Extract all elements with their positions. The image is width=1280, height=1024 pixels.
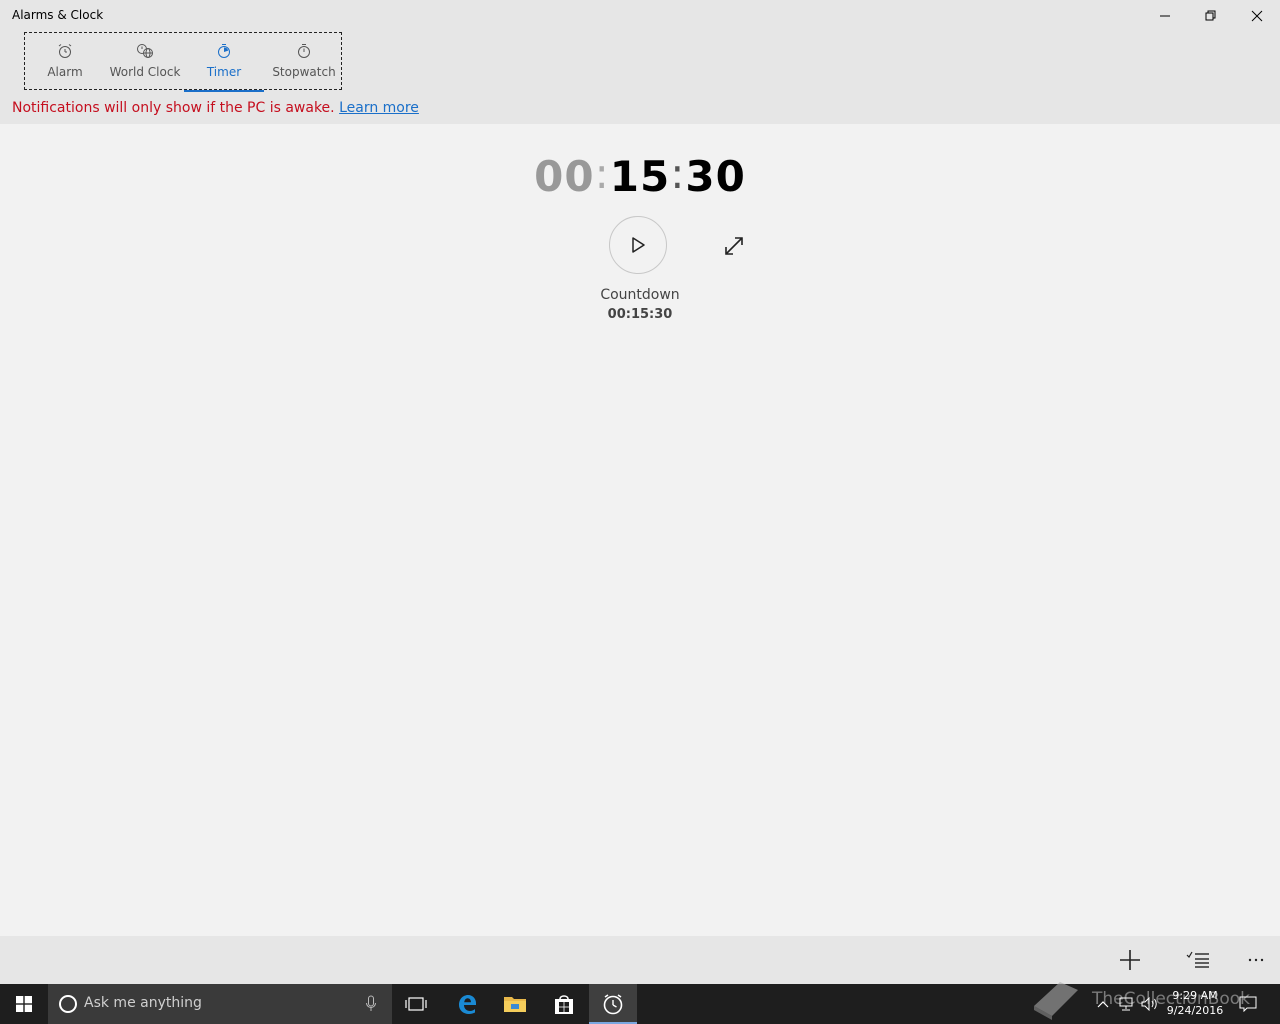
minimize-icon — [1160, 15, 1170, 17]
edge-browser-button[interactable] — [443, 984, 491, 1024]
plus-icon — [1120, 950, 1140, 970]
tab-stopwatch-label: Stopwatch — [272, 65, 336, 79]
title-bar: Alarms & Clock — [0, 0, 1280, 32]
nav-tabs: Alarm World Clock Timer Stopwatch — [24, 32, 344, 92]
taskbar-clock[interactable]: 9:29 AM 9/24/2016 — [1160, 988, 1230, 1018]
task-view-button[interactable] — [392, 984, 440, 1024]
folder-icon — [504, 997, 526, 1012]
timer-minutes: 15 — [609, 152, 671, 201]
restore-button[interactable] — [1188, 0, 1234, 32]
more-icon — [1248, 958, 1264, 962]
timer-separator: : — [594, 149, 610, 198]
play-icon — [632, 237, 645, 253]
notification-icon — [1239, 996, 1257, 1012]
tab-stopwatch[interactable]: Stopwatch — [264, 33, 344, 91]
store-bag-icon — [555, 995, 573, 1014]
file-explorer-button[interactable] — [491, 984, 539, 1024]
network-button[interactable] — [1116, 984, 1136, 1024]
restore-icon — [1205, 10, 1216, 21]
clock-date: 9/24/2016 — [1166, 1004, 1224, 1017]
expand-icon — [725, 237, 743, 255]
tab-world-clock[interactable]: World Clock — [105, 33, 185, 91]
timer-duration: 00:15:30 — [0, 307, 1280, 322]
stopwatch-icon — [298, 44, 310, 58]
notification-warning: Notifications will only show if the PC i… — [12, 100, 419, 116]
alarms-clock-taskbar-button[interactable] — [589, 984, 637, 1024]
timer-separator: : — [670, 149, 686, 198]
select-list-icon — [1186, 951, 1209, 968]
tab-timer[interactable]: Timer — [184, 33, 264, 92]
timer-seconds: 30 — [685, 152, 746, 201]
notification-text: Notifications will only show if the PC i… — [12, 100, 335, 116]
start-timer-button[interactable] — [609, 216, 667, 274]
tab-alarm[interactable]: Alarm — [25, 33, 105, 91]
taskbar: Ask me anything TheCollectionBook 9:29 A… — [0, 982, 1280, 1024]
app-title: Alarms & Clock — [12, 8, 104, 22]
cortana-search-box[interactable]: Ask me anything — [48, 984, 392, 1024]
timer-icon — [218, 44, 230, 58]
duration-minutes: 15 — [630, 307, 650, 322]
learn-more-link[interactable]: Learn more — [339, 100, 419, 116]
alarm-icon — [58, 44, 72, 58]
chevron-up-icon — [1097, 1001, 1109, 1008]
more-options-button[interactable] — [1232, 936, 1280, 984]
minimize-button[interactable] — [1142, 0, 1188, 32]
command-bar — [0, 936, 1280, 984]
expand-button[interactable] — [720, 232, 748, 260]
microphone-icon — [366, 995, 376, 1011]
close-icon — [1251, 10, 1263, 22]
network-icon — [1119, 997, 1133, 1011]
tab-alarm-label: Alarm — [47, 65, 83, 79]
duration-seconds: 30 — [654, 307, 673, 322]
app-header: Alarm World Clock Timer Stopwatch Notifi… — [0, 32, 1280, 124]
store-button[interactable] — [540, 984, 588, 1024]
cortana-icon — [59, 995, 77, 1013]
add-timer-button[interactable] — [1106, 936, 1154, 984]
tab-world-clock-label: World Clock — [109, 65, 181, 79]
tab-timer-label: Timer — [206, 65, 242, 79]
show-hidden-icons-button[interactable] — [1094, 984, 1112, 1024]
task-view-icon — [405, 997, 427, 1011]
action-center-button[interactable] — [1236, 984, 1260, 1024]
speaker-icon — [1141, 997, 1157, 1011]
clock-time: 9:29 AM — [1172, 989, 1218, 1002]
book-logo-icon — [1034, 982, 1078, 1020]
volume-button[interactable] — [1140, 984, 1160, 1024]
timer-name: Countdown — [600, 287, 680, 303]
alarm-clock-app-icon — [603, 994, 623, 1015]
edge-icon — [459, 995, 476, 1014]
timer-hours: 00 — [534, 152, 595, 201]
duration-hours: 00 — [607, 307, 626, 322]
timer-display: 00:15:30 — [0, 149, 1280, 201]
start-button[interactable] — [0, 984, 48, 1024]
close-button[interactable] — [1234, 0, 1280, 32]
search-placeholder: Ask me anything — [84, 995, 202, 1011]
select-timers-button[interactable] — [1174, 936, 1222, 984]
windows-logo-icon — [16, 996, 32, 1012]
world-clock-icon — [137, 44, 153, 58]
